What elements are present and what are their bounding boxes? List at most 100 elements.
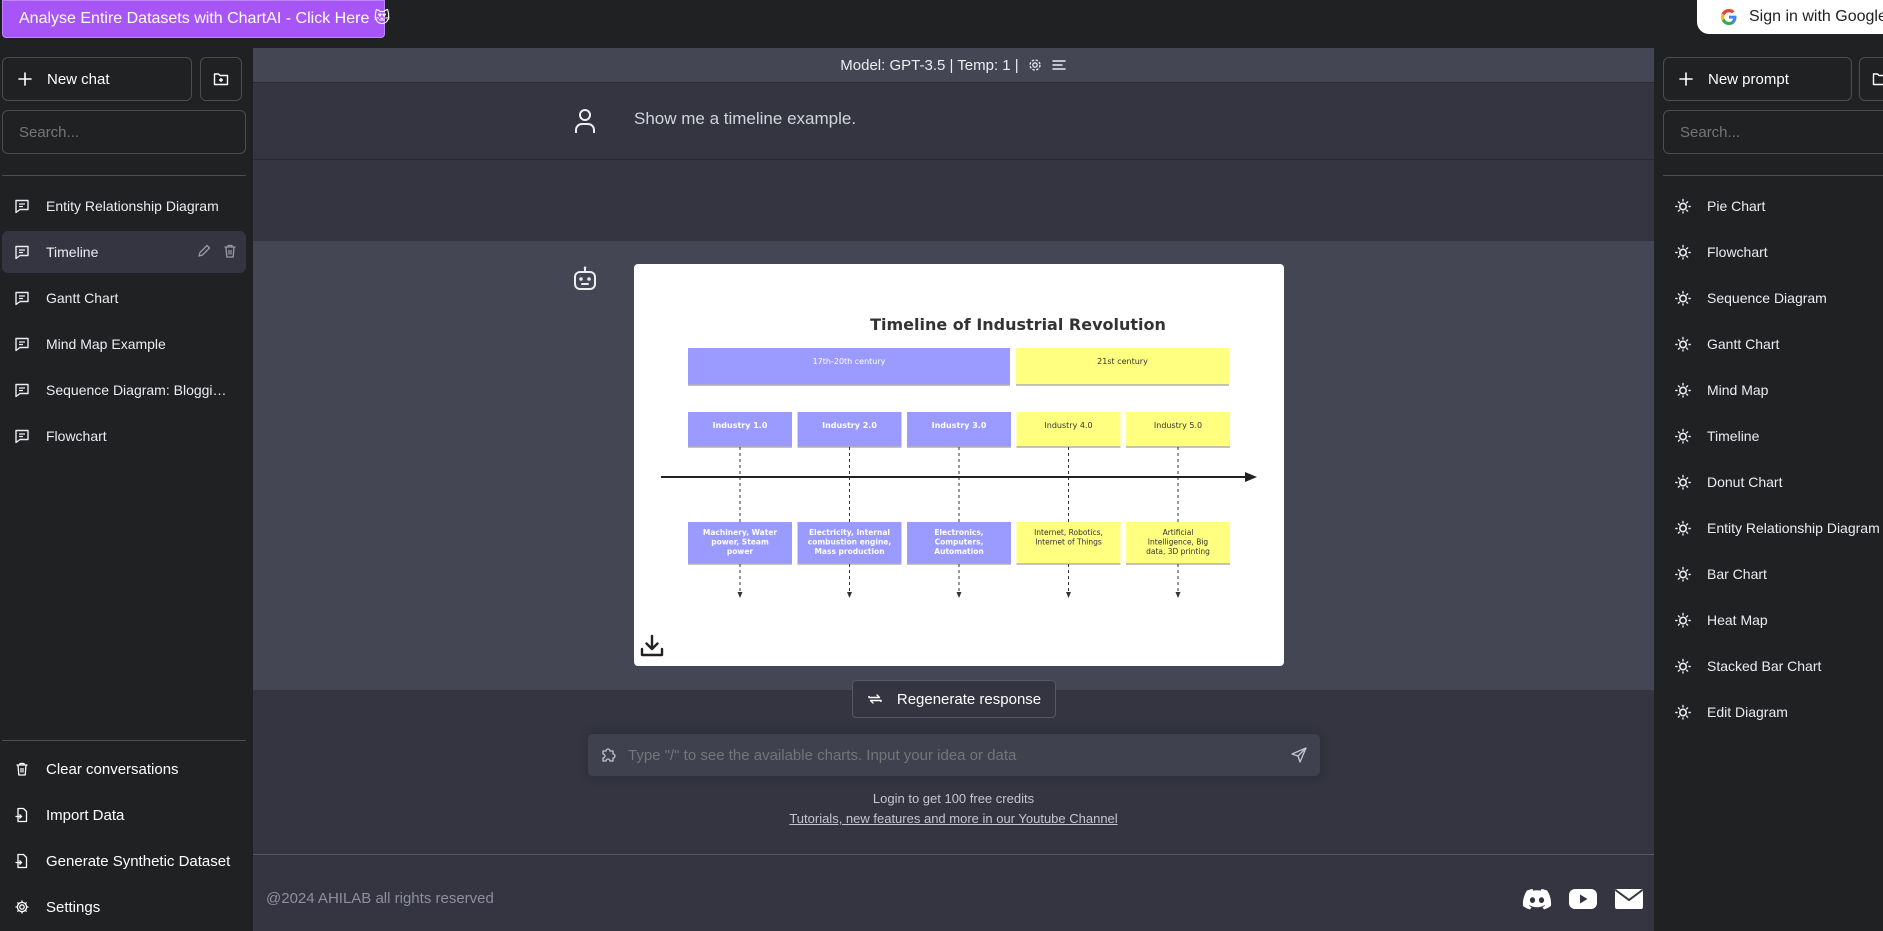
model-settings-bar: Model: GPT-3.5 | Temp: 1 | xyxy=(253,48,1654,83)
chat-bubble-icon xyxy=(14,290,30,306)
menu-label: Import Data xyxy=(46,806,125,824)
conversation-actions xyxy=(196,243,238,259)
conversation-label: Sequence Diagram: Blogging Platform xyxy=(46,382,232,398)
conversation-label: Mind Map Example xyxy=(46,336,166,352)
prompt-label: Bar Chart xyxy=(1707,566,1767,582)
prompt-item[interactable]: Entity Relationship Diagram xyxy=(1663,507,1883,549)
prompt-item[interactable]: Timeline xyxy=(1663,415,1883,457)
gear-icon xyxy=(14,899,30,915)
prompt-item[interactable]: Gantt Chart xyxy=(1663,323,1883,365)
event-detail-line: Computers, xyxy=(935,538,984,547)
prompt-item[interactable]: Edit Diagram xyxy=(1663,691,1883,733)
email-icon[interactable] xyxy=(1614,888,1644,910)
gear-icon[interactable] xyxy=(1027,57,1043,73)
timeline-events: Industry 1.0 Machinery, Waterpower, Steam… xyxy=(688,412,1230,598)
youtube-channel-link[interactable]: Tutorials, new features and more in our … xyxy=(253,811,1654,826)
conversation-item-active[interactable]: Timeline xyxy=(2,231,246,273)
refresh-icon xyxy=(867,691,883,707)
prompt-label: Heat Map xyxy=(1707,612,1768,628)
lightbulb-icon xyxy=(1675,612,1691,628)
event-label: Industry 1.0 xyxy=(713,421,768,430)
plus-icon xyxy=(17,71,33,87)
message-spacer xyxy=(253,161,1654,241)
prompt-label: Flowchart xyxy=(1707,244,1768,260)
prompt-label: Pie Chart xyxy=(1707,198,1766,214)
period-box xyxy=(1016,348,1229,385)
settings-button[interactable]: Settings xyxy=(2,886,246,928)
lightbulb-icon xyxy=(1675,290,1691,306)
period-box xyxy=(688,348,1010,385)
sidebar-bottom-menu: Clear conversations Import Data Generate… xyxy=(2,748,246,931)
regenerate-label: Regenerate response xyxy=(896,690,1042,708)
lightbulb-icon xyxy=(1675,658,1691,674)
new-folder-button[interactable] xyxy=(200,57,242,101)
new-prompt-folder-button[interactable] xyxy=(1859,57,1883,101)
menu-lines-icon[interactable] xyxy=(1051,57,1067,73)
discord-icon[interactable] xyxy=(1522,888,1552,910)
new-chat-button[interactable]: New chat xyxy=(2,57,192,101)
chat-input-container xyxy=(587,733,1321,777)
send-icon[interactable] xyxy=(1290,746,1308,764)
chat-input[interactable] xyxy=(628,734,1268,776)
prompt-item[interactable]: Donut Chart xyxy=(1663,461,1883,503)
robot-icon xyxy=(573,266,597,292)
sidebar-divider xyxy=(2,740,246,741)
prompt-item[interactable]: Bar Chart xyxy=(1663,553,1883,595)
prompt-search-input[interactable] xyxy=(1663,110,1883,154)
prompt-item[interactable]: Heat Map xyxy=(1663,599,1883,641)
conversation-item[interactable]: Flowchart xyxy=(2,415,246,457)
trash-icon[interactable] xyxy=(222,243,238,259)
youtube-icon[interactable] xyxy=(1568,888,1598,910)
credits-notice: Login to get 100 free credits xyxy=(872,791,1035,806)
trash-icon xyxy=(14,761,30,777)
lightbulb-icon xyxy=(1675,198,1691,214)
prompt-item[interactable]: Sequence Diagram xyxy=(1663,277,1883,319)
prompt-item[interactable]: Stacked Bar Chart xyxy=(1663,645,1883,687)
file-import-icon xyxy=(14,807,30,823)
new-chat-label: New chat xyxy=(47,70,110,88)
download-icon[interactable] xyxy=(640,634,664,658)
lightbulb-icon xyxy=(1675,428,1691,444)
prompt-label: Gantt Chart xyxy=(1707,336,1780,352)
event-detail-line: power xyxy=(727,547,754,556)
chat-bubble-icon xyxy=(14,382,30,398)
conversation-item[interactable]: Sequence Diagram: Blogging Platform xyxy=(2,369,246,411)
event-detail-line: Electricity, Internal xyxy=(809,528,890,537)
conversation-label: Entity Relationship Diagram xyxy=(46,198,219,214)
conversation-item[interactable]: Gantt Chart xyxy=(2,277,246,319)
prompt-item[interactable]: Mind Map xyxy=(1663,369,1883,411)
user-message: Show me a timeline example. xyxy=(253,83,1654,160)
promo-button[interactable]: Analyse Entire Datasets with ChartAI - C… xyxy=(2,0,390,38)
signin-label: Sign in with Google xyxy=(1749,8,1883,25)
conversation-item[interactable]: Entity Relationship Diagram xyxy=(2,185,246,227)
timeline-periods: 17th-20th century 21st century xyxy=(688,348,1229,386)
prompt-label: Sequence Diagram xyxy=(1707,290,1827,306)
chat-bubble-icon xyxy=(14,244,30,260)
plus-icon xyxy=(1678,71,1694,87)
timeline-diagram[interactable]: Timeline of Industrial Revolution 17th-2… xyxy=(634,264,1284,666)
event-detail-line: Machinery, Water xyxy=(703,528,778,537)
user-message-text: Show me a timeline example. xyxy=(634,109,857,128)
regenerate-button[interactable]: Regenerate response xyxy=(852,680,1056,718)
event-detail-line: combustion engine, xyxy=(808,538,892,547)
prompt-item[interactable]: Flowchart xyxy=(1663,231,1883,273)
user-avatar-icon xyxy=(573,108,597,134)
conversation-item[interactable]: Mind Map Example xyxy=(2,323,246,365)
conversation-search-input[interactable] xyxy=(2,110,246,154)
timeline-axis-arrow xyxy=(1245,472,1257,482)
puzzle-icon[interactable] xyxy=(600,746,618,764)
prompt-item[interactable]: Pie Chart xyxy=(1663,185,1883,227)
event-detail-line: power, Steam xyxy=(711,538,769,547)
clear-conversations-button[interactable]: Clear conversations xyxy=(2,748,246,790)
google-signin-button[interactable]: Sign in with Google xyxy=(1697,0,1883,34)
import-data-button[interactable]: Import Data xyxy=(2,794,246,836)
folder-plus-icon xyxy=(213,71,229,87)
new-prompt-button[interactable]: New prompt xyxy=(1663,57,1852,101)
period-label: 17th-20th century xyxy=(813,357,886,366)
event-label: Industry 2.0 xyxy=(822,421,877,430)
generate-synthetic-dataset-button[interactable]: Generate Synthetic Dataset xyxy=(2,840,246,882)
lightbulb-icon xyxy=(1675,336,1691,352)
pencil-icon[interactable] xyxy=(196,243,212,259)
conversation-label: Flowchart xyxy=(46,428,107,444)
timeline-title: Timeline of Industrial Revolution xyxy=(870,315,1166,334)
